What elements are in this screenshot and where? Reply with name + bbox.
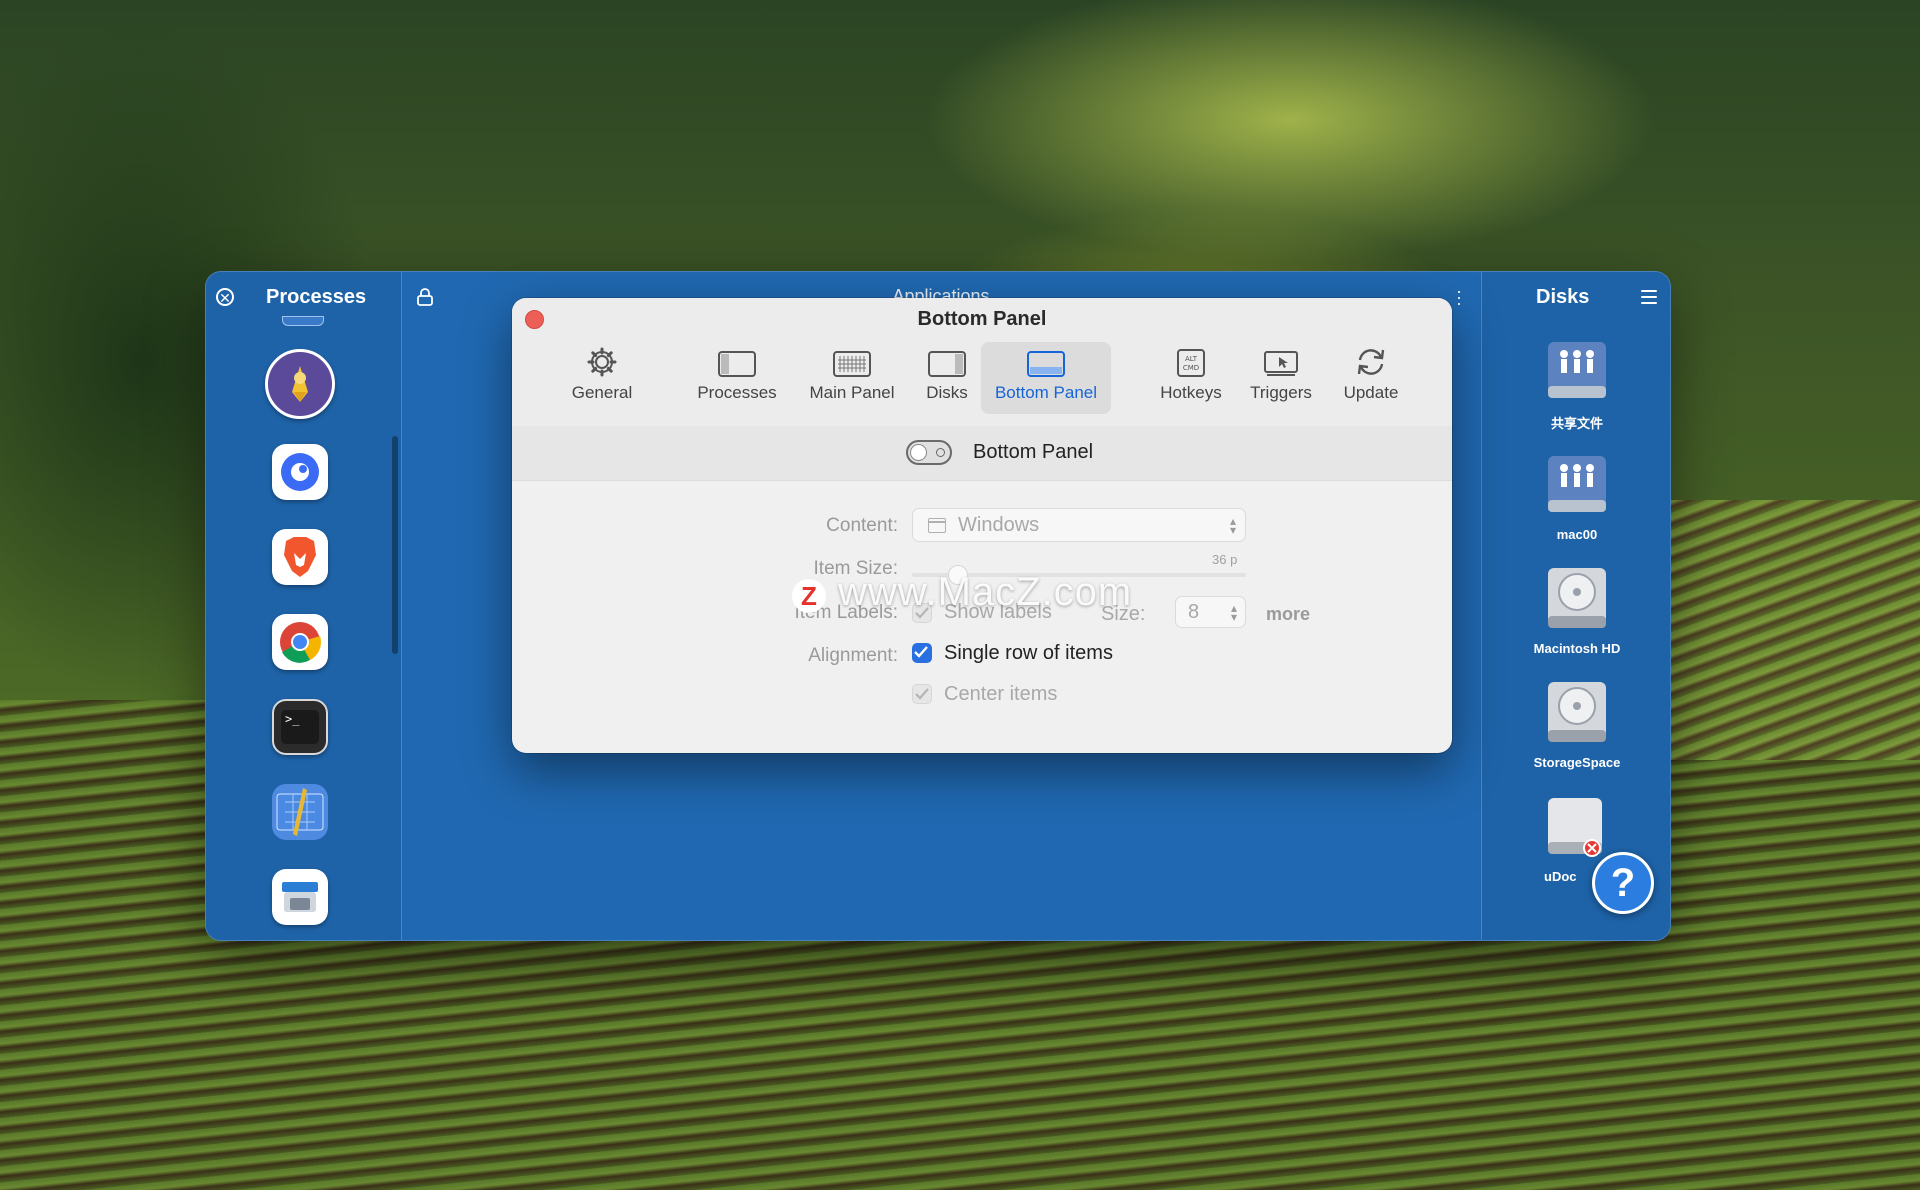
tab-label: Main Panel [809,383,895,402]
disk-label: Macintosh HD [1533,641,1621,656]
up-down-chevron-icon: ▴ ▾ [1230,601,1237,624]
tab-label: Hotkeys [1160,383,1222,402]
center-items-label: Center items [944,683,1058,705]
hard-drive-icon [1548,682,1606,742]
help-button[interactable]: ? [1592,852,1654,914]
svg-text:ALT: ALT [1185,355,1198,363]
more-link[interactable]: more [1266,604,1310,625]
refresh-icon [1357,349,1385,375]
item-size-value: 36 p [1212,552,1238,567]
tab-processes[interactable]: Processes [672,342,802,414]
bottom-panel-icon [1027,351,1065,377]
browser-app-icon[interactable] [272,444,328,500]
up-down-chevron-icon: ▴ ▾ [1229,514,1236,537]
cursor-screen-icon [1264,351,1298,376]
network-share-disk-icon [1548,456,1606,512]
menu-icon[interactable] [1641,290,1657,308]
disk-item[interactable]: Macintosh HD [1522,564,1632,656]
label-size-stepper[interactable]: 8 ▴ ▾ [1175,596,1246,628]
tab-label: Update [1343,383,1399,402]
removable-disk-icon [1548,798,1602,857]
window-icon [928,518,946,533]
label-size-value: 8 [1188,601,1200,623]
tab-label: Triggers [1250,383,1312,402]
pencil-character-app-icon[interactable] [265,349,335,419]
tab-label: Processes [697,383,777,402]
desktop-wallpaper-vineyard-right [1660,500,1920,760]
grid-panel-icon [833,351,871,377]
bottom-panel-toggle-row: Bottom Panel [512,426,1452,481]
xcode-blueprint-app-icon[interactable] [272,784,328,840]
center-items-checkbox[interactable] [912,684,932,704]
disk-label: mac00 [1556,527,1598,542]
tab-update[interactable]: Update [1326,342,1416,414]
disk-label: 共享文件 [1550,416,1603,431]
tab-label: Bottom Panel [994,383,1098,402]
tab-disks[interactable]: Disks [902,342,992,414]
processes-scrollbar[interactable] [392,436,398,654]
bottom-panel-toggle[interactable] [906,440,952,465]
scanner-app-icon[interactable] [272,869,328,925]
single-row-label: Single row of items [944,642,1113,664]
gear-icon [587,347,617,377]
tab-label: Disks [926,383,968,402]
preferences-dialog: Bottom Panel General Processes Main Pane… [512,298,1452,753]
disks-pane: Disks 共享文件 mac00 Macintosh HD StorageSpa… [1481,272,1670,940]
tab-bottom-panel[interactable]: Bottom Panel [981,342,1111,414]
tab-main-panel[interactable]: Main Panel [787,342,917,414]
sidebar-right-icon [928,351,966,377]
processes-title: Processes [266,286,367,308]
svg-text:CMD: CMD [1183,364,1199,372]
content-select-value: Windows [958,514,1040,536]
dialog-title: Bottom Panel [917,308,1047,330]
disks-title: Disks [1536,286,1590,308]
brave-app-icon[interactable] [272,529,328,585]
terminal-app-icon[interactable]: >_ [272,699,328,755]
close-circle-icon[interactable]: ✕ [216,288,234,306]
watermark-logo: Z [792,579,826,613]
hard-drive-icon [1548,568,1606,628]
disk-label: StorageSpace [1533,755,1621,770]
disk-item[interactable]: StorageSpace [1522,678,1632,770]
disk-item[interactable]: 共享文件 [1522,336,1632,432]
more-options-icon[interactable]: · · · [1456,282,1462,312]
tab-label: General [571,383,633,402]
processes-pane: ✕ Processes >_ [206,272,402,940]
content-label: Content: [826,515,898,536]
content-select[interactable]: Windows ▴ ▾ [912,508,1246,542]
disk-item[interactable]: mac00 [1522,450,1632,542]
network-share-disk-icon [1548,342,1606,398]
tab-hotkeys[interactable]: ALT CMD Hotkeys [1146,342,1236,414]
tab-triggers[interactable]: Triggers [1236,342,1326,414]
alignment-label: Alignment: [808,645,898,666]
watermark-text: www.MacZ.com [838,570,1133,614]
partial-app-icon[interactable] [282,316,324,326]
dialog-toolbar: Bottom Panel General Processes Main Pane… [512,298,1452,427]
tab-general[interactable]: General [552,342,652,414]
chrome-app-icon[interactable] [272,614,328,670]
alt-cmd-key-icon: ALTCMD [1177,349,1205,377]
svg-text:>_: >_ [285,712,300,726]
toggle-label: Bottom Panel [973,441,1094,463]
sidebar-left-icon [718,351,756,377]
single-row-checkbox[interactable] [912,643,932,663]
